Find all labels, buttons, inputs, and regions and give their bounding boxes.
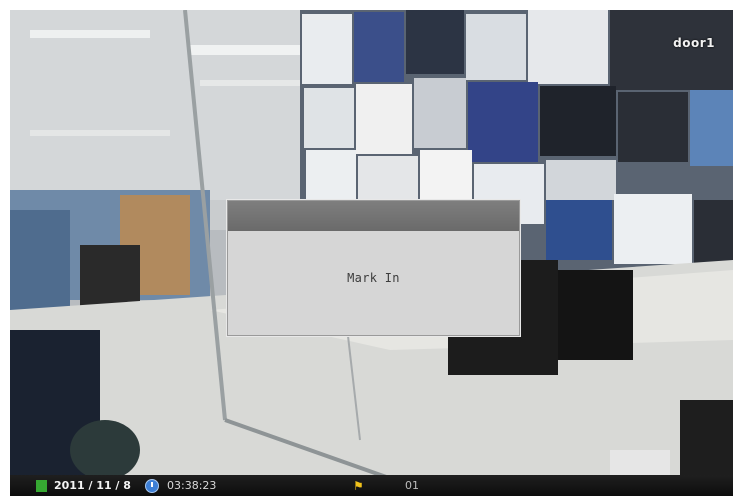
dialog-titlebar — [228, 201, 519, 231]
channel-number: 01 — [405, 479, 419, 492]
dialog-message: Mark In — [347, 271, 400, 285]
recording-indicator-icon — [36, 480, 47, 492]
playback-date: 2011 / 11 / 8 — [54, 479, 131, 492]
playback-status-bar: 2011 / 11 / 8 03:38:23 ⚑ 01 — [10, 475, 733, 496]
camera-name-label: door1 — [673, 36, 715, 50]
clock-icon — [145, 479, 159, 493]
flag-icon[interactable]: ⚑ — [353, 479, 364, 493]
playback-time: 03:38:23 — [167, 479, 217, 492]
dvr-screen: door1 Mark In 2011 / 11 / 8 03:38:23 ⚑ 0… — [0, 0, 733, 496]
mark-in-dialog: Mark In — [227, 200, 520, 336]
